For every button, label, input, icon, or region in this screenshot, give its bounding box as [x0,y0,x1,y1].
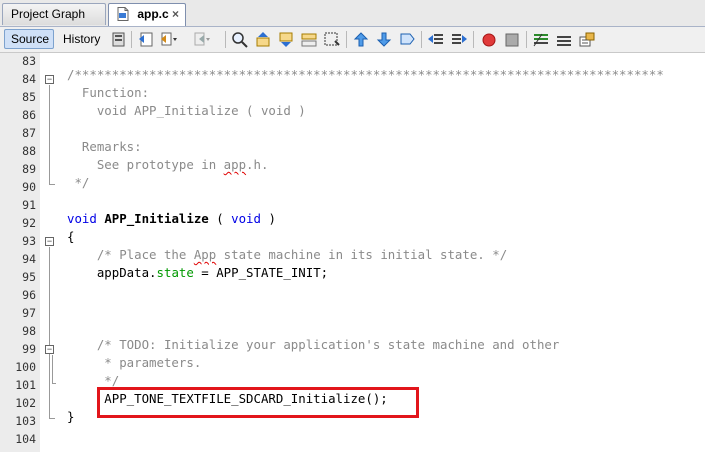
line-number: 97 [22,306,36,320]
find-selection-icon[interactable] [300,31,318,48]
close-tab-icon[interactable]: × [172,4,179,24]
line-number: 89 [22,162,36,176]
line-number: 94 [22,252,36,266]
spelling-error: app [223,157,247,172]
line-number: 100 [15,360,36,374]
line-number: 90 [22,180,36,194]
code-line-92: void APP_Initialize ( void ) [67,211,276,226]
stop-macro-recording-icon[interactable] [503,31,521,48]
shift-left-icon[interactable] [427,31,445,48]
tab-project-graph[interactable]: Project Graph [2,3,106,25]
code-editor[interactable]: − − − 83 84 85 86 87 88 89 90 91 92 93 9… [0,53,705,452]
code-line-88: Remarks: [67,139,142,154]
code-line-84: /***************************************… [67,67,664,82]
last-edit-icon[interactable] [110,31,128,48]
line-number: 95 [22,270,36,284]
code-line-93: { [67,229,75,244]
line-number: 88 [22,144,36,158]
editor-toolbar: Source History [0,27,705,53]
code-line-86: void APP_Initialize ( void ) [67,103,306,118]
history-view-button[interactable]: History [56,29,104,49]
code-line-90: */ [67,175,90,190]
code-line-85: Function: [67,85,150,100]
back-dropdown-icon[interactable] [160,31,178,48]
tasks-icon[interactable] [578,31,596,48]
tab-label: app.c [137,7,169,21]
line-number: 99 [22,342,36,356]
line-number: 103 [15,414,36,428]
tab-label: Project Graph [11,7,86,21]
highlight-box [97,387,419,418]
spelling-error: App [193,247,217,262]
code-line-94: /* Place the App state machine in its in… [67,247,508,262]
uncomment-icon[interactable] [555,31,573,48]
code-line-95: appData.state = APP_STATE_INIT; [67,265,329,280]
back-icon[interactable] [137,31,155,48]
line-number: 93 [22,234,36,248]
code-line-100: * parameters. [67,355,202,370]
toggle-bookmark-icon[interactable] [398,31,416,48]
shift-right-icon[interactable] [450,31,468,48]
code-line-103: } [67,409,75,424]
line-number: 98 [22,324,36,338]
find-previous-icon[interactable] [254,31,272,48]
source-view-button[interactable]: Source [4,29,54,49]
line-number: 87 [22,126,36,140]
line-number: 91 [22,198,36,212]
find-icon[interactable] [231,31,249,48]
line-number: 86 [22,108,36,122]
tab-app-c[interactable]: app.c × [108,3,186,26]
line-number: 92 [22,216,36,230]
line-number: 83 [22,54,36,68]
toggle-highlight-icon[interactable] [323,31,341,48]
forward-icon[interactable] [193,31,211,48]
find-next-icon[interactable] [277,31,295,48]
previous-bookmark-icon[interactable] [352,31,370,48]
start-macro-recording-icon[interactable] [480,31,498,48]
line-number: 85 [22,90,36,104]
c-file-icon [117,7,129,21]
code-line-99: /* TODO: Initialize your application's s… [67,337,560,352]
line-number: 96 [22,288,36,302]
next-bookmark-icon[interactable] [375,31,393,48]
line-number: 102 [15,396,36,410]
line-number: 84 [22,72,36,86]
editor-tab-bar: Project Graph app.c × [0,0,705,27]
comment-icon[interactable] [532,31,550,48]
line-number: 101 [15,378,36,392]
code-line-89: See prototype in app.h. [67,157,269,172]
line-number: 104 [15,432,36,446]
